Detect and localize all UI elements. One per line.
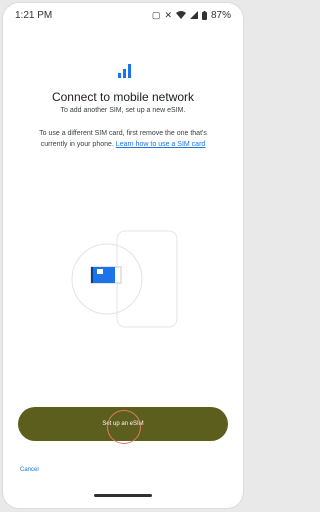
nfc-icon: ▢	[151, 9, 161, 20]
home-indicator[interactable]	[94, 494, 152, 497]
status-icons: ▢ ✕ 87%	[152, 10, 231, 21]
set-up-esim-button[interactable]: Set up an eSIM	[18, 407, 228, 441]
status-time: 1:21 PM	[15, 9, 53, 21]
page-subtitle: To add another SIM, set up a new eSIM.	[60, 107, 186, 114]
wifi-icon	[175, 11, 186, 19]
mute-icon: ✕	[164, 9, 172, 20]
battery-icon	[201, 10, 207, 20]
cellular-icon	[189, 11, 198, 19]
signal-bars-icon	[118, 64, 131, 78]
description: To use a different SIM card, first remov…	[25, 128, 221, 150]
learn-sim-card-link[interactable]: Learn how to use a SIM card	[116, 141, 206, 148]
page-title: Connect to mobile network	[51, 90, 195, 104]
battery-percent: 87%	[210, 9, 231, 21]
phone-screen: 1:21 PM ▢ ✕ 87% Connect to mobile networ…	[3, 3, 243, 508]
status-bar: 1:21 PM ▢ ✕ 87%	[3, 3, 243, 27]
sim-illustration	[71, 230, 178, 328]
cancel-button[interactable]: Cancel	[20, 467, 39, 473]
